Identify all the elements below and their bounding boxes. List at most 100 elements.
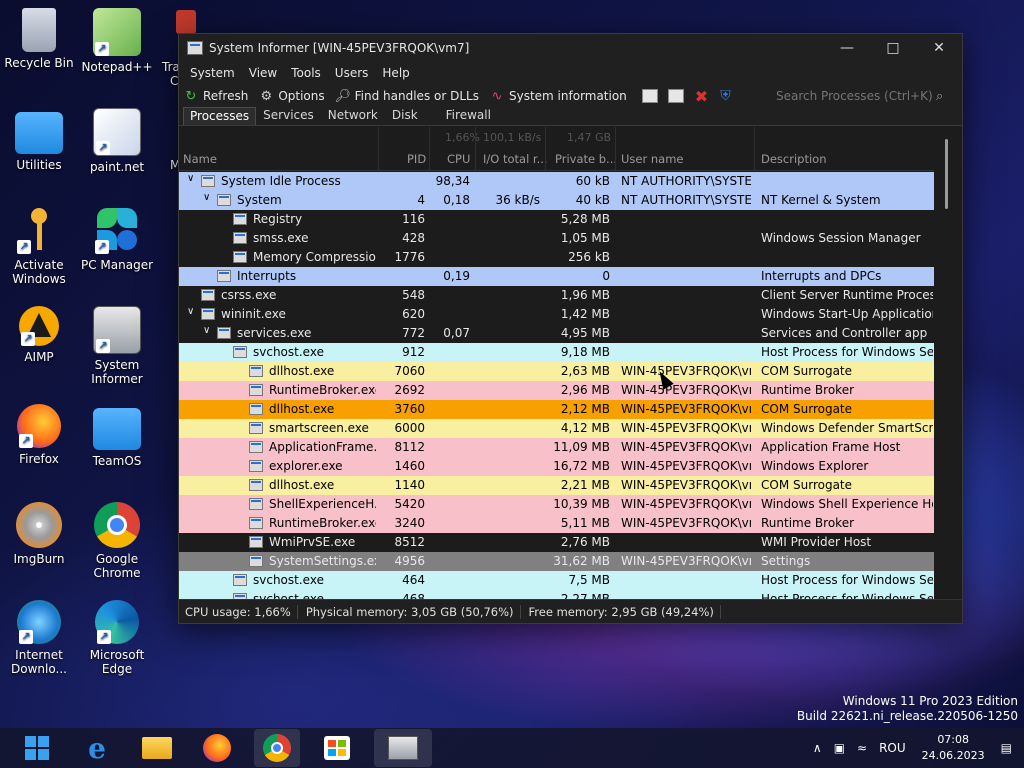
search-input[interactable] xyxy=(776,89,936,103)
desktop-icon-activate-windows[interactable]: ↗ Activate Windows xyxy=(0,206,78,286)
desktop-icon-utilities[interactable]: Utilities xyxy=(0,108,78,172)
terminate-icon[interactable]: ✖ xyxy=(695,87,708,106)
search-icon[interactable]: ⌕ xyxy=(936,89,943,104)
search-box[interactable]: ⌕ xyxy=(776,86,956,106)
private-total: 1,47 GB xyxy=(567,131,612,144)
process-row[interactable]: Registry 116 5,28 MB xyxy=(179,210,936,229)
system-information-button[interactable]: ∿ System information xyxy=(489,88,627,104)
process-row[interactable]: ∨ wininit.exe 620 1,42 MB Windows Start-Up A… xyxy=(179,305,936,324)
process-pid: 8512 xyxy=(394,535,425,549)
process-row[interactable]: Interrupts 0,19 0 Interrupts and DPCs xyxy=(179,267,936,286)
process-row[interactable]: RuntimeBroker.exe 2692 2,96 MB WIN-45PEV3FR… xyxy=(179,381,936,400)
maximize-button[interactable]: □ xyxy=(870,34,916,62)
taskbar-internet-explorer[interactable]: e xyxy=(74,729,120,767)
desktop-icon-notepadpp[interactable]: ↗ Notepad++ xyxy=(78,8,156,74)
column-name[interactable]: Name xyxy=(183,152,217,166)
menu-tools[interactable]: Tools xyxy=(284,66,328,80)
process-private-bytes: 31,62 MB xyxy=(553,554,610,568)
taskbar-microsoft-store[interactable] xyxy=(314,729,360,767)
taskbar-firefox[interactable] xyxy=(194,729,240,767)
desktop-icon-paintnet[interactable]: ↗ paint.net xyxy=(78,108,156,174)
refresh-button[interactable]: ↻ Refresh xyxy=(183,88,249,104)
options-button[interactable]: ⚙ Options xyxy=(258,88,325,104)
process-row[interactable]: dllhost.exe 1140 2,21 MB WIN-45PEV3FRQOK\vm… xyxy=(179,476,936,495)
process-row[interactable]: ApplicationFrame... 8112 11,09 MB WIN-45PEV… xyxy=(179,438,936,457)
process-row[interactable]: ShellExperienceH... 5420 10,39 MB WIN-45PEV… xyxy=(179,495,936,514)
process-row[interactable]: ∨ System Idle Process 98,34 60 kB NT AUTHORI… xyxy=(179,172,936,191)
expand-chevron-icon[interactable]: ∨ xyxy=(187,173,194,184)
process-row[interactable]: svchost.exe 912 9,18 MB Host Process for Wi… xyxy=(179,343,936,362)
chevron-up-icon[interactable]: ∧ xyxy=(813,741,822,755)
menu-users[interactable]: Users xyxy=(328,66,376,80)
desktop-icon-microsoft-edge[interactable]: ↗ Microsoft Edge xyxy=(78,600,156,676)
process-row[interactable]: ∨ System 4 0,18 36 kB/s 40 kB NT AUTHORITY\SYS… xyxy=(179,191,936,210)
tab-disk[interactable]: Disk xyxy=(385,106,425,125)
expand-chevron-icon[interactable]: ∨ xyxy=(203,325,210,336)
process-row[interactable]: smartscreen.exe 6000 4,12 MB WIN-45PEV3FRQO… xyxy=(179,419,936,438)
vertical-scrollbar[interactable] xyxy=(934,127,962,600)
process-row[interactable]: csrss.exe 548 1,96 MB Client Server Runtime… xyxy=(179,286,936,305)
process-user: WIN-45PEV3FRQOK\vm7 xyxy=(621,516,751,530)
process-icon xyxy=(249,498,263,510)
find-window-icon[interactable] xyxy=(667,89,684,103)
clock[interactable]: 07:08 24.06.2023 xyxy=(922,732,985,764)
desktop-icon-google-chrome[interactable]: Google Chrome xyxy=(78,502,156,580)
process-private-bytes: 9,18 MB xyxy=(560,345,610,359)
process-private-bytes: 0 xyxy=(602,269,610,283)
language-indicator[interactable]: ROU xyxy=(879,741,906,755)
expand-chevron-icon[interactable]: ∨ xyxy=(187,306,194,317)
menu-view[interactable]: View xyxy=(242,66,284,80)
tab-processes[interactable]: Processes xyxy=(183,107,257,125)
process-private-bytes: 10,39 MB xyxy=(553,497,610,511)
process-row[interactable]: dllhost.exe 3760 2,12 MB WIN-45PEV3FRQOK\vm… xyxy=(179,400,936,419)
process-row[interactable]: ∨ services.exe 772 0,07 4,95 MB Services and … xyxy=(179,324,936,343)
process-cpu: 0,19 xyxy=(443,269,470,283)
column-description[interactable]: Description xyxy=(761,152,827,166)
tab-services[interactable]: Services xyxy=(256,106,321,125)
shield-icon[interactable]: ⛨ xyxy=(720,88,731,104)
column-private-bytes[interactable]: Private b... xyxy=(555,152,617,166)
notifications-icon[interactable]: ▤ xyxy=(1001,741,1012,755)
process-private-bytes: 2,96 MB xyxy=(560,383,610,397)
taskbar-file-explorer[interactable] xyxy=(134,729,180,767)
process-pid: 620 xyxy=(402,307,425,321)
desktop-icon-imgburn[interactable]: ImgBurn xyxy=(0,502,78,566)
process-row[interactable]: svchost.exe 464 7,5 MB Host Process for Win… xyxy=(179,571,936,590)
process-row[interactable]: SystemSettings.exe 4956 31,62 MB WIN-45PEV3… xyxy=(179,552,936,571)
minimize-button[interactable]: — xyxy=(824,34,870,62)
column-cpu[interactable]: CPU xyxy=(447,152,470,166)
desktop-icon-system-informer[interactable]: ↗ System Informer xyxy=(78,306,156,386)
title-bar[interactable]: System Informer [WIN-45PEV3FRQOK\vm7] — … xyxy=(179,34,962,62)
network-icon[interactable]: ≈ xyxy=(857,741,867,755)
tab-firewall[interactable]: Firewall xyxy=(439,106,498,125)
taskbar-start-button[interactable] xyxy=(14,729,60,767)
process-row[interactable]: Memory Compression 1776 256 kB xyxy=(179,248,936,267)
desktop-icon-pc-manager[interactable]: ↗ PC Manager xyxy=(78,206,156,272)
expand-chevron-icon[interactable]: ∨ xyxy=(203,192,210,203)
process-row[interactable]: RuntimeBroker.exe 3240 5,11 MB WIN-45PEV3FR… xyxy=(179,514,936,533)
desktop-icon-idm[interactable]: ↗ Internet Downlo... xyxy=(0,600,78,676)
taskbar-chrome[interactable] xyxy=(254,729,300,767)
menu-system[interactable]: System xyxy=(183,66,242,80)
close-button[interactable]: ✕ xyxy=(916,34,962,62)
taskbar-system-informer[interactable] xyxy=(374,729,432,767)
desktop-icon-firefox[interactable]: ↗ Firefox xyxy=(0,404,78,466)
column-user-name[interactable]: User name xyxy=(621,152,683,166)
desktop-icon-recycle-bin[interactable]: Recycle Bin xyxy=(0,8,78,70)
process-row[interactable]: dllhost.exe 7060 2,63 MB WIN-45PEV3FRQOK\vm… xyxy=(179,362,936,381)
column-io[interactable]: I/O total r... xyxy=(483,152,548,166)
column-pid[interactable]: PID xyxy=(407,152,426,166)
scrollbar-thumb[interactable] xyxy=(945,139,948,209)
process-row[interactable]: explorer.exe 1460 16,72 MB WIN-45PEV3FRQOK\… xyxy=(179,457,936,476)
tab-network[interactable]: Network xyxy=(321,106,385,125)
find-handles-button[interactable]: 🔎︎ Find handles or DLLs xyxy=(334,88,479,104)
desktop-icon-aimp[interactable]: ↗ AIMP xyxy=(0,306,78,364)
process-row[interactable]: smss.exe 428 1,05 MB Windows Session Manage… xyxy=(179,229,936,248)
process-description: Windows Start-Up Application xyxy=(761,307,933,321)
process-row[interactable]: WmiPrvSE.exe 8512 2,76 MB WMI Provider Host xyxy=(179,533,936,552)
display-icon[interactable]: ▣ xyxy=(834,741,845,755)
process-private-bytes: 40 kB xyxy=(575,193,610,207)
menu-help[interactable]: Help xyxy=(375,66,416,80)
desktop-icon-teamos[interactable]: TeamOS xyxy=(78,404,156,468)
window-icon[interactable] xyxy=(641,89,658,103)
